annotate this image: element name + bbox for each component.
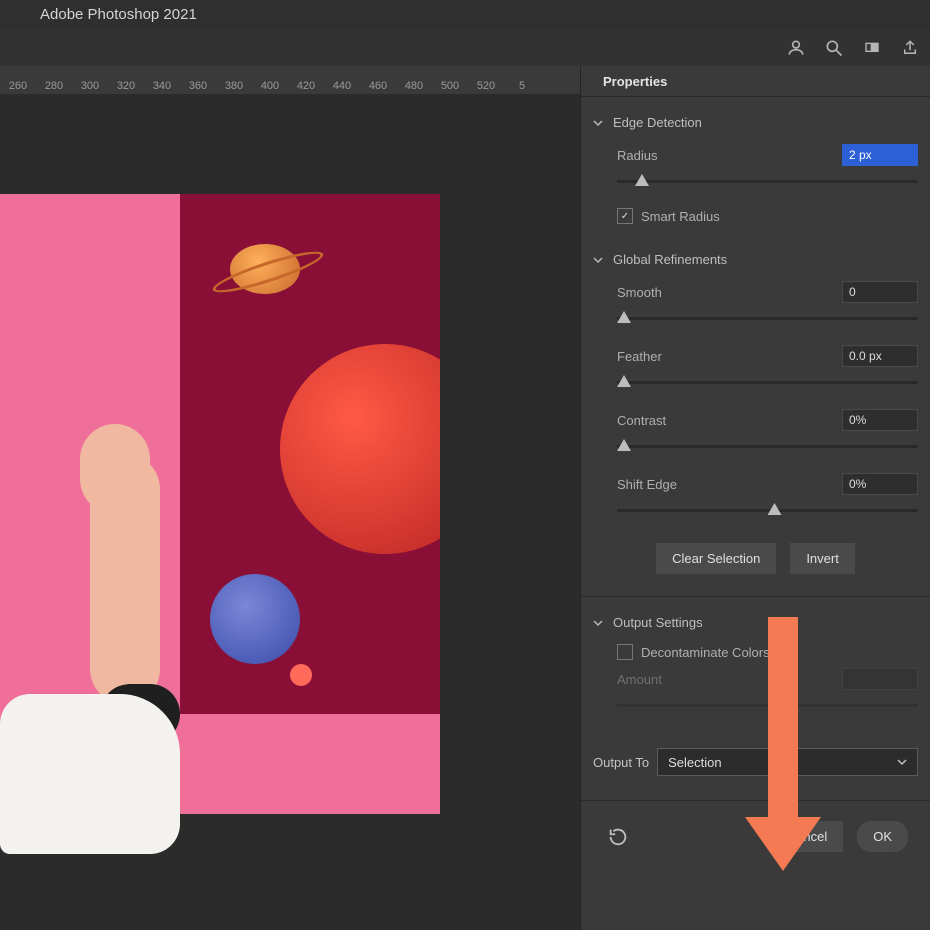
amount-slider: [617, 698, 918, 716]
ruler-mark: 500: [432, 80, 468, 92]
contrast-input[interactable]: 0%: [842, 409, 918, 431]
cancel-button[interactable]: Cancel: [771, 821, 843, 852]
ruler-mark: 300: [72, 80, 108, 92]
feather-slider[interactable]: [617, 375, 918, 393]
shift-edge-slider[interactable]: [617, 503, 918, 521]
smooth-label: Smooth: [617, 285, 662, 300]
feather-input[interactable]: 0.0 px: [842, 345, 918, 367]
chevron-down-icon: [897, 757, 907, 767]
share-icon[interactable]: [900, 38, 920, 58]
ruler-mark: 320: [108, 80, 144, 92]
decontaminate-label: Decontaminate Colors: [641, 645, 770, 660]
horizontal-ruler: 2602803003203403603804004204404604805005…: [0, 66, 580, 94]
ruler-mark: 400: [252, 80, 288, 92]
section-global-refinements[interactable]: Global Refinements: [593, 238, 918, 277]
section-output-settings[interactable]: Output Settings: [593, 601, 918, 640]
panel-body: Edge Detection Radius 2 px ✓ Smart Radiu…: [581, 97, 930, 930]
ruler-mark: 440: [324, 80, 360, 92]
chevron-down-icon: [593, 255, 603, 265]
ruler-mark: 5: [504, 80, 540, 92]
feather-label: Feather: [617, 349, 662, 364]
contrast-label: Contrast: [617, 413, 666, 428]
edge-detection-title: Edge Detection: [613, 115, 702, 130]
chevron-down-icon: [593, 118, 603, 128]
amount-label: Amount: [617, 672, 662, 687]
properties-panel: Properties Edge Detection Radius 2 px ✓ …: [580, 66, 930, 930]
ok-button[interactable]: OK: [857, 821, 908, 852]
tab-properties[interactable]: Properties: [589, 67, 681, 96]
search-icon[interactable]: [824, 38, 844, 58]
output-to-value: Selection: [668, 755, 721, 770]
chevron-down-icon: [593, 618, 603, 628]
ruler-mark: 280: [36, 80, 72, 92]
canvas-viewport[interactable]: [0, 94, 580, 930]
output-settings-title: Output Settings: [613, 615, 703, 630]
global-refinements-title: Global Refinements: [613, 252, 727, 267]
radius-input[interactable]: 2 px: [842, 144, 918, 166]
ruler-mark: 460: [360, 80, 396, 92]
app-title: Adobe Photoshop 2021: [0, 0, 930, 30]
shift-edge-input[interactable]: 0%: [842, 473, 918, 495]
top-toolbar: [0, 30, 930, 66]
person-figure: [0, 454, 200, 854]
decontaminate-checkbox[interactable]: [617, 644, 633, 660]
workspace-icon[interactable]: [862, 38, 882, 58]
shift-edge-label: Shift Edge: [617, 477, 677, 492]
ruler-mark: 260: [0, 80, 36, 92]
canvas-image: [0, 194, 440, 814]
section-edge-detection[interactable]: Edge Detection: [593, 101, 918, 140]
contrast-slider[interactable]: [617, 439, 918, 457]
ruler-mark: 360: [180, 80, 216, 92]
panel-tabs: Properties: [581, 66, 930, 97]
smooth-slider[interactable]: [617, 311, 918, 329]
smooth-input[interactable]: 0: [842, 281, 918, 303]
output-to-select[interactable]: Selection: [657, 748, 918, 776]
ruler-mark: 480: [396, 80, 432, 92]
ruler-mark: 380: [216, 80, 252, 92]
poster-art: [180, 194, 440, 714]
account-icon[interactable]: [786, 38, 806, 58]
smart-radius-checkbox[interactable]: ✓: [617, 208, 633, 224]
ruler-mark: 340: [144, 80, 180, 92]
radius-slider[interactable]: [617, 174, 918, 192]
radius-label: Radius: [617, 148, 657, 163]
amount-input: [842, 668, 918, 690]
output-to-label: Output To: [593, 755, 649, 770]
smart-radius-label: Smart Radius: [641, 209, 720, 224]
reset-icon[interactable]: [607, 826, 629, 848]
clear-selection-button[interactable]: Clear Selection: [656, 543, 776, 574]
invert-button[interactable]: Invert: [790, 543, 855, 574]
ruler-mark: 420: [288, 80, 324, 92]
canvas-area: 2602803003203403603804004204404604805005…: [0, 66, 580, 930]
ruler-mark: 520: [468, 80, 504, 92]
